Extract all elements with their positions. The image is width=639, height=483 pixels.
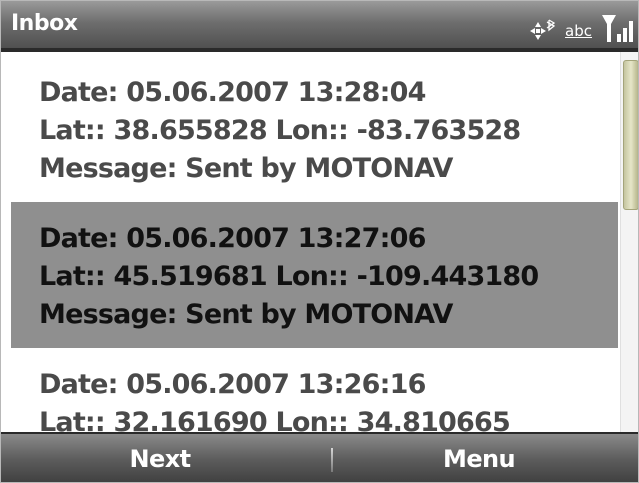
message-coords: Lat:: 38.655828 Lon:: -83.763528 xyxy=(39,115,521,146)
message-text: Message: Sent by MOTONAV xyxy=(39,153,453,184)
message-text: Message: Sent by MOTONAV xyxy=(39,299,453,330)
list-item[interactable]: Date: 05.06.2007 13:26:16 Lat:: 32.16169… xyxy=(11,348,618,432)
list-item-selected[interactable]: Date: 05.06.2007 13:27:06 Lat:: 45.51968… xyxy=(11,202,618,348)
next-softkey[interactable]: Next xyxy=(1,434,319,482)
status-icons: abc xyxy=(529,10,634,44)
message-coords: Lat:: 45.519681 Lon:: -109.443180 xyxy=(39,261,539,292)
menu-softkey[interactable]: Menu xyxy=(320,434,638,482)
scrollbar-thumb[interactable] xyxy=(623,60,638,210)
bluetooth-icon xyxy=(546,19,556,32)
scrollbar[interactable] xyxy=(620,52,638,432)
message-date: Date: 05.06.2007 13:27:06 xyxy=(39,223,426,254)
screen: Inbox abc Date: 05.06.2007 13:28:04 Lat:… xyxy=(0,0,639,483)
list-item[interactable]: Date: 05.06.2007 13:28:04 Lat:: 38.65582… xyxy=(11,52,618,202)
title-bar: Inbox abc xyxy=(1,1,638,52)
softkey-bar: Next Menu xyxy=(1,432,638,482)
navigation-icon xyxy=(529,18,557,44)
message-coords: Lat:: 32.161690 Lon:: 34.810665 xyxy=(39,407,511,432)
signal-icon xyxy=(600,12,634,44)
message-date: Date: 05.06.2007 13:28:04 xyxy=(39,77,426,108)
message-date: Date: 05.06.2007 13:26:16 xyxy=(39,369,426,400)
page-title: Inbox xyxy=(11,11,78,36)
message-list[interactable]: Date: 05.06.2007 13:28:04 Lat:: 38.65582… xyxy=(11,52,618,432)
input-mode-indicator[interactable]: abc xyxy=(565,22,592,40)
